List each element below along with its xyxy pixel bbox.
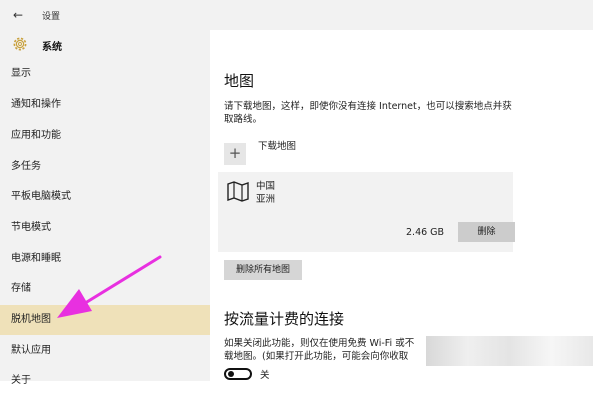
sidebar-item-about[interactable]: 关于 <box>0 366 210 396</box>
title-bar: ← 设置 <box>0 0 593 30</box>
sidebar-item-storage[interactable]: 存储 <box>0 274 210 304</box>
sidebar: 系统 显示 通知和操作 应用和功能 多任务 平板电脑模式 节电模式 电源和睡眠 … <box>0 30 210 386</box>
map-icon <box>227 181 249 202</box>
metered-line-2: 载地图。(如果打开此功能，可能会向你收取 <box>224 351 409 362</box>
delete-map-button[interactable]: 删除 <box>458 222 515 242</box>
blurred-text-overlay <box>426 336 593 366</box>
window-title: 设置 <box>42 12 61 22</box>
metered-line-1: 如果关闭此功能，则仅在使用免费 Wi-Fi 或不 <box>224 338 415 349</box>
map-region-card[interactable]: 中国 亚洲 2.46 GB 删除 <box>218 172 515 252</box>
gear-icon <box>13 37 27 51</box>
metered-toggle[interactable] <box>224 368 252 380</box>
sidebar-item-notifications[interactable]: 通知和操作 <box>0 90 210 120</box>
metered-description: 如果关闭此功能，则仅在使用免费 Wi-Fi 或不 载地图。(如果打开此功能，可能… <box>224 337 424 363</box>
main-content: 地图 请下载地图，这样，即使你没有连接 Internet，也可以搜索地点并获取路… <box>210 30 593 381</box>
download-maps-label: 下载地图 <box>258 141 297 152</box>
maps-description: 请下载地图，这样，即使你没有连接 Internet，也可以搜索地点并获取路线。 <box>224 101 512 125</box>
toggle-knob <box>228 371 234 377</box>
plus-icon: + <box>224 143 246 165</box>
metered-heading: 按流量计费的连接 <box>224 310 345 328</box>
sidebar-item-multitasking[interactable]: 多任务 <box>0 152 210 182</box>
sidebar-item-apps[interactable]: 应用和功能 <box>0 121 210 151</box>
sidebar-header: 系统 <box>0 30 210 60</box>
sidebar-item-tablet-mode[interactable]: 平板电脑模式 <box>0 182 210 212</box>
delete-all-maps-button[interactable]: 删除所有地图 <box>224 260 302 280</box>
map-size: 2.46 GB <box>406 227 445 238</box>
maps-heading: 地图 <box>224 72 255 90</box>
sidebar-item-power-sleep[interactable]: 电源和睡眠 <box>0 244 210 274</box>
back-arrow-icon[interactable]: ← <box>8 6 28 24</box>
sidebar-title: 系统 <box>42 42 62 53</box>
region-continent: 亚洲 <box>256 194 276 205</box>
sidebar-item-display[interactable]: 显示 <box>0 59 210 89</box>
region-country: 中国 <box>256 181 276 192</box>
sidebar-item-battery-saver[interactable]: 节电模式 <box>0 213 210 243</box>
download-maps-button[interactable]: + 下载地图 <box>224 138 424 165</box>
sidebar-item-default-apps[interactable]: 默认应用 <box>0 336 210 366</box>
toggle-state-label: 关 <box>260 370 270 381</box>
sidebar-item-offline-maps[interactable]: 脱机地图 <box>0 305 210 335</box>
